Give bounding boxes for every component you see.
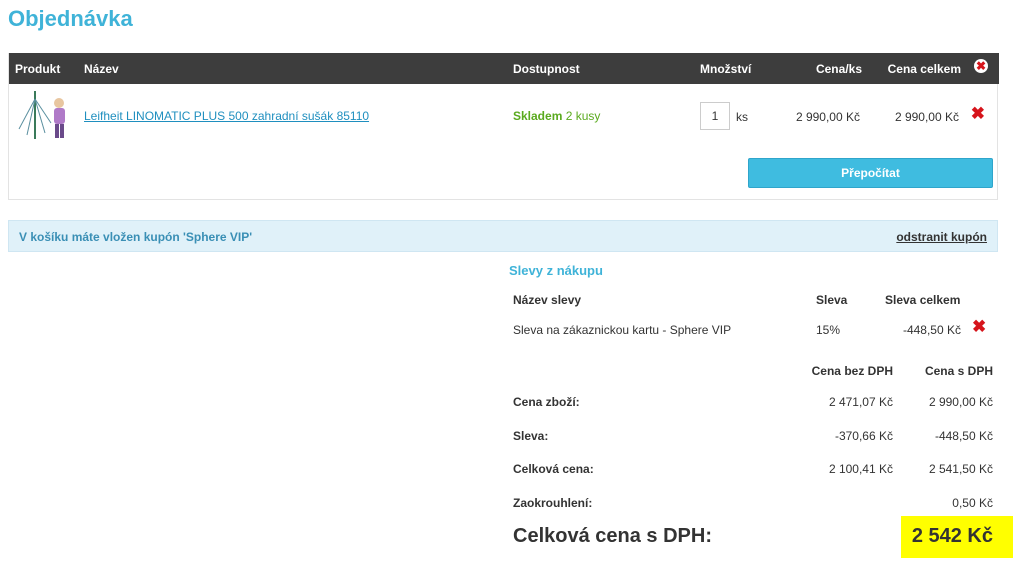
coupon-message: V košíku máte vložen kupón 'Sphere VIP' [19,230,253,244]
header-quantity: Množství [700,62,752,76]
grand-total-label: Celková cena s DPH: [513,525,712,547]
cart-table: Produkt Název Dostupnost Množství Cena/k… [8,53,999,200]
remove-coupon-link[interactable]: odstranit kupón [896,230,987,244]
clear-cart-icon[interactable]: ✖ [974,59,988,73]
quantity-unit: ks [736,110,748,124]
summary-rounding-with-vat: 0,50 Kč [952,496,993,510]
header-name: Název [84,62,119,76]
summary-label-total: Celková cena: [513,462,594,476]
summary-header-without-vat: Cena bez DPH [811,364,893,378]
availability-status: Skladem [513,109,563,123]
availability: Skladem 2 kusy [513,109,600,123]
summary-label-rounding: Zaokrouhlení: [513,496,593,510]
discount-header-discount: Sleva [816,293,848,307]
availability-count: 2 kusy [565,109,601,123]
grand-total-value: 2 542 Kč [911,525,993,547]
summary-discount-without-vat: -370,66 Kč [834,429,893,443]
summary-header-with-vat: Cena s DPH [924,364,993,378]
header-product: Produkt [15,62,61,76]
discount-name: Sleva na zákaznickou kartu - Sphere VIP [513,323,732,337]
page-title: Objednávka [8,6,133,31]
recalculate-button[interactable]: Přepočítat [748,158,993,188]
remove-item-icon[interactable]: ✖ [971,105,985,123]
discount-percent: 15% [816,323,841,337]
summary-total-without-vat: 2 100,41 Kč [828,462,893,476]
header-unit-price: Cena/ks [815,62,862,76]
summary-label-discount: Sleva: [513,429,549,443]
product-thumbnail[interactable] [15,89,73,141]
header-availability: Dostupnost [513,62,580,76]
summary-goods-with-vat: 2 990,00 Kč [928,395,993,409]
summary-goods-without-vat: 2 471,07 Kč [828,395,893,409]
row-total: 2 990,00 Kč [894,110,959,124]
unit-price: 2 990,00 Kč [795,110,860,124]
discount-header-total: Sleva celkem [885,293,961,307]
cart-header: Produkt Název Dostupnost Množství Cena/k… [9,53,999,84]
summary-total-with-vat: 2 541,50 Kč [928,462,993,476]
discount-header-name: Název slevy [513,293,582,307]
quantity-input[interactable] [700,102,730,130]
summary-label-goods: Cena zboží: [513,395,580,409]
discounts-title: Slevy z nákupu [509,263,603,278]
remove-discount-icon[interactable]: ✖ [972,318,986,336]
summary-discount-with-vat: -448,50 Kč [934,429,993,443]
product-link[interactable]: Leifheit LINOMATIC PLUS 500 zahradní suš… [84,109,369,123]
coupon-bar: V košíku máte vložen kupón 'Sphere VIP' … [8,220,998,252]
discount-total: -448,50 Kč [902,323,961,337]
header-total: Cena celkem [887,62,961,76]
